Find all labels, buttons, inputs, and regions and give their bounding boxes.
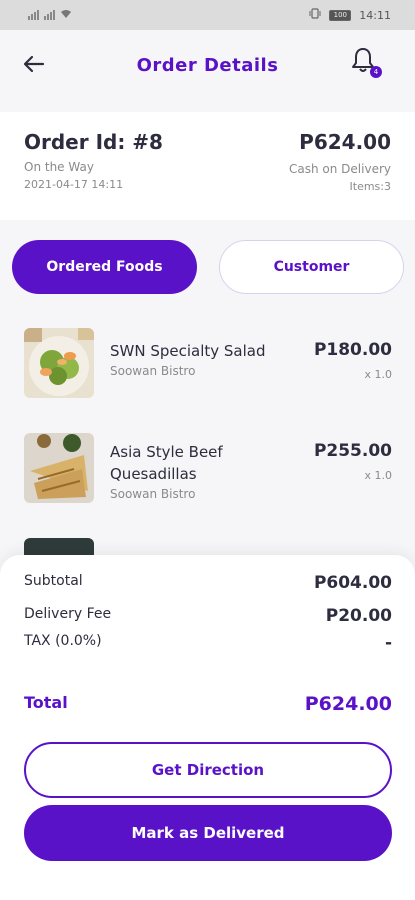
back-button[interactable] <box>20 50 48 78</box>
signal-icon-2 <box>44 10 55 20</box>
status-bar: 100 14:11 <box>0 0 415 30</box>
payment-method: Cash on Delivery <box>289 162 391 176</box>
mark-delivered-button[interactable]: Mark as Delivered <box>24 805 392 861</box>
vibrate-icon <box>309 8 321 22</box>
delivery-fee-row: Delivery Fee P20.00 <box>24 606 392 626</box>
tab-ordered-foods[interactable]: Ordered Foods <box>12 240 197 294</box>
total-value: P624.00 <box>304 693 392 715</box>
tax-label: TAX (0.0%) <box>24 633 102 649</box>
tab-customer[interactable]: Customer <box>219 240 404 294</box>
total-row: Total P624.00 <box>24 693 392 715</box>
signal-icon <box>28 10 39 20</box>
page-title: Order Details <box>136 54 279 76</box>
order-date: 2021-04-17 14:11 <box>24 178 124 191</box>
order-summary-card: Order Id: #8 P624.00 On the Way 2021-04-… <box>0 112 415 220</box>
food-vendor: Soowan Bistro <box>110 364 196 378</box>
subtotal-row: Subtotal P604.00 <box>24 573 392 593</box>
item-count: Items:3 <box>349 180 391 193</box>
list-item[interactable]: Asia Style Beef Quesadillas Soowan Bistr… <box>0 415 415 515</box>
back-arrow-icon <box>23 55 45 73</box>
salad-image <box>24 328 94 398</box>
delivery-fee-value: P20.00 <box>325 606 392 626</box>
total-label: Total <box>24 693 68 712</box>
order-totals-sheet: Subtotal P604.00 Delivery Fee P20.00 TAX… <box>0 555 415 900</box>
tax-value: - <box>384 633 392 653</box>
status-time: 14:11 <box>359 8 391 22</box>
food-quantity: x 1.0 <box>364 469 393 482</box>
food-name: SWN Specialty Salad <box>110 342 266 360</box>
food-price: P180.00 <box>313 340 392 360</box>
food-name: Asia Style Beef Quesadillas <box>110 443 223 483</box>
tax-row: TAX (0.0%) - <box>24 633 392 653</box>
wifi-icon <box>60 9 72 22</box>
get-direction-button[interactable]: Get Direction <box>24 742 392 798</box>
status-signal-group <box>28 9 72 22</box>
list-item[interactable]: SWN Specialty Salad Soowan Bistro P180.0… <box>0 310 415 410</box>
quesadilla-image <box>24 433 94 503</box>
notification-button[interactable]: 4 <box>350 46 382 80</box>
food-price: P255.00 <box>313 441 392 461</box>
battery-icon: 100 <box>329 9 352 21</box>
subtotal-label: Subtotal <box>24 573 83 589</box>
status-info-group: 100 14:11 <box>309 8 391 22</box>
order-total: P624.00 <box>299 130 391 154</box>
header-bar: Order Details 4 <box>0 30 415 110</box>
subtotal-value: P604.00 <box>313 573 392 593</box>
food-vendor: Soowan Bistro <box>110 487 196 501</box>
food-quantity: x 1.0 <box>364 368 393 381</box>
notification-badge: 4 <box>370 66 382 78</box>
delivery-fee-label: Delivery Fee <box>24 606 112 622</box>
